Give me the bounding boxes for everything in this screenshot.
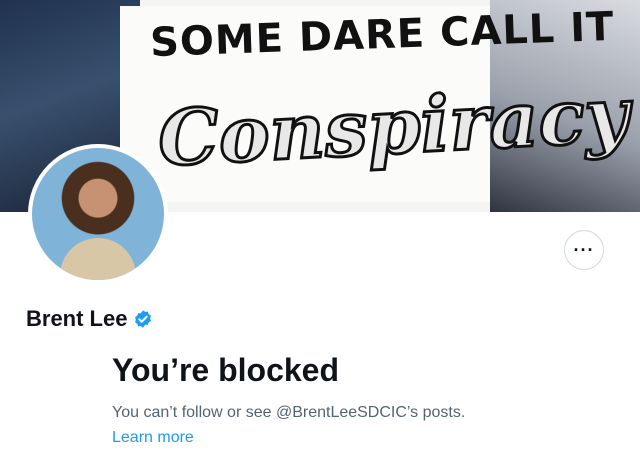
learn-more-link[interactable]: Learn more [112, 429, 194, 447]
avatar-shoulders [60, 238, 136, 280]
profile-name-row: Brent Lee [26, 306, 153, 332]
blocked-title: You’re blocked [112, 352, 340, 388]
blocked-description: You can’t follow or see @BrentLeeSDCIC’s… [112, 404, 466, 421]
verified-badge-icon [135, 310, 152, 328]
more-horizontal-icon: ··· [573, 239, 595, 260]
more-options-button[interactable]: ··· [564, 230, 604, 270]
avatar[interactable] [28, 144, 168, 284]
profile-name: Brent Lee [26, 306, 128, 331]
